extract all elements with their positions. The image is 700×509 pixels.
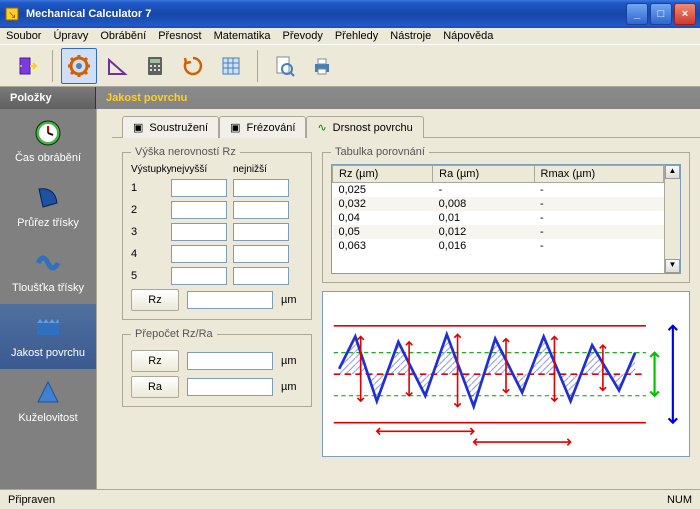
page-title: Jakost povrchu — [96, 87, 700, 109]
sidebar-scrollbar[interactable] — [96, 109, 112, 489]
rz-button[interactable]: Rz — [131, 289, 179, 311]
section-icon — [32, 182, 64, 214]
angle-icon[interactable] — [99, 48, 135, 84]
table-row[interactable]: 0,050,012- — [333, 225, 664, 239]
rz-2-high[interactable] — [171, 201, 227, 219]
preview-icon[interactable] — [266, 48, 302, 84]
door-icon[interactable] — [8, 48, 44, 84]
sidebar-item-label: Průřez třísky — [17, 217, 79, 229]
tab-drsnost[interactable]: ∿Drsnost povrchu — [306, 116, 423, 138]
sidebar-item-prurez[interactable]: Průřez třísky — [0, 174, 96, 239]
sidebar-item-jakost[interactable]: Jakost povrchu — [0, 304, 96, 369]
ra-value[interactable] — [187, 378, 273, 396]
titlebar: ↘ Mechanical Calculator 7 _ □ × — [0, 0, 700, 28]
close-button[interactable]: × — [674, 3, 696, 25]
table-row[interactable]: 0,040,01- — [333, 211, 664, 225]
menu-matematika[interactable]: Matematika — [214, 30, 271, 42]
rz-2-low[interactable] — [233, 201, 289, 219]
comparison-table: Rz (µm) Ra (µm) Rmax (µm) 0,025--0,0320,… — [332, 165, 664, 253]
menu-prevody[interactable]: Převody — [282, 30, 322, 42]
table-scrollbar[interactable]: ▲ ▼ — [664, 165, 680, 273]
sidebar: Čas obrábění Průřez třísky Tloušťka třís… — [0, 109, 96, 489]
tab-frezovani[interactable]: ▣Frézování — [219, 116, 306, 138]
col-label: Výstupky — [131, 164, 165, 175]
statusbar: Připraven NUM — [0, 489, 700, 509]
lathe-icon: ▣ — [133, 121, 143, 134]
table-legend: Tabulka porovnání — [331, 146, 429, 158]
menubar: Soubor Úpravy Obrábění Přesnost Matemati… — [0, 28, 700, 45]
table-fieldset: Tabulka porovnání Rz (µm) Ra (µm) Rmax (… — [322, 146, 690, 283]
table-row[interactable]: 0,0320,008- — [333, 197, 664, 211]
surface-icon — [32, 312, 64, 344]
tabs: ▣Soustružení ▣Frézování ∿Drsnost povrchu — [112, 109, 700, 138]
mill-icon: ▣ — [230, 121, 240, 134]
table-row[interactable]: 0,025-- — [333, 183, 664, 198]
sidebar-item-kuzelovitost[interactable]: Kuželovitost — [0, 369, 96, 434]
col-low: nejnižší — [233, 164, 289, 175]
svg-text:↘: ↘ — [8, 10, 16, 21]
rz-5-high[interactable] — [171, 267, 227, 285]
sidebar-item-label: Čas obrábění — [15, 152, 81, 164]
window-title: Mechanical Calculator 7 — [26, 8, 626, 20]
tab-soustruzeni[interactable]: ▣Soustružení — [122, 116, 219, 138]
rz-1-low[interactable] — [233, 179, 289, 197]
calculator-icon[interactable] — [137, 48, 173, 84]
sidebar-item-label: Kuželovitost — [18, 412, 77, 424]
wave-icon: ∿ — [317, 121, 326, 134]
scroll-down-icon[interactable]: ▼ — [665, 259, 680, 273]
rzra-legend: Přepočet Rz/Ra — [131, 328, 217, 340]
minimize-button[interactable]: _ — [626, 3, 648, 25]
col-high: nejvyšší — [171, 164, 227, 175]
scroll-up-icon[interactable]: ▲ — [665, 165, 680, 179]
maximize-button[interactable]: □ — [650, 3, 672, 25]
rz-1-high[interactable] — [171, 179, 227, 197]
grid-icon[interactable] — [213, 48, 249, 84]
rz-fieldset: Výška nerovností Rz Výstupky nejvyšší ne… — [122, 146, 312, 320]
rz2-button[interactable]: Rz — [131, 350, 179, 372]
clock-icon — [32, 117, 64, 149]
sidebar-item-label: Tloušťka třísky — [12, 282, 84, 294]
refresh-icon[interactable] — [175, 48, 211, 84]
main-panel: ▣Soustružení ▣Frézování ∿Drsnost povrchu… — [112, 109, 700, 489]
menu-presnost[interactable]: Přesnost — [158, 30, 201, 42]
rz-legend: Výška nerovností Rz — [131, 146, 240, 158]
sidebar-item-tloustka[interactable]: Tloušťka třísky — [0, 239, 96, 304]
rz-4-high[interactable] — [171, 245, 227, 263]
thickness-icon — [32, 247, 64, 279]
cone-icon — [32, 377, 64, 409]
menu-nastroje[interactable]: Nástroje — [390, 30, 431, 42]
sidebar-item-cas[interactable]: Čas obrábění — [0, 109, 96, 174]
menu-upravy[interactable]: Úpravy — [53, 30, 88, 42]
print-icon[interactable] — [304, 48, 340, 84]
sidebar-item-label: Jakost povrchu — [11, 347, 85, 359]
rz-4-low[interactable] — [233, 245, 289, 263]
rz-5-low[interactable] — [233, 267, 289, 285]
rzra-fieldset: Přepočet Rz/Ra Rz µm Ra µm — [122, 328, 312, 407]
rz-result[interactable] — [187, 291, 273, 309]
menu-prehledy[interactable]: Přehledy — [335, 30, 378, 42]
table-row[interactable]: 0,0630,016- — [333, 239, 664, 253]
rz-3-low[interactable] — [233, 223, 289, 241]
items-header: Položky — [0, 87, 96, 109]
rz-3-high[interactable] — [171, 223, 227, 241]
menu-soubor[interactable]: Soubor — [6, 30, 41, 42]
gear-icon[interactable] — [61, 48, 97, 84]
toolbar — [0, 45, 700, 87]
rz2-value[interactable] — [187, 352, 273, 370]
menu-napoveda[interactable]: Nápověda — [443, 30, 493, 42]
menu-obrabeni[interactable]: Obrábění — [100, 30, 146, 42]
roughness-chart — [322, 291, 690, 457]
app-icon: ↘ — [4, 6, 20, 22]
ra-button[interactable]: Ra — [131, 376, 179, 398]
